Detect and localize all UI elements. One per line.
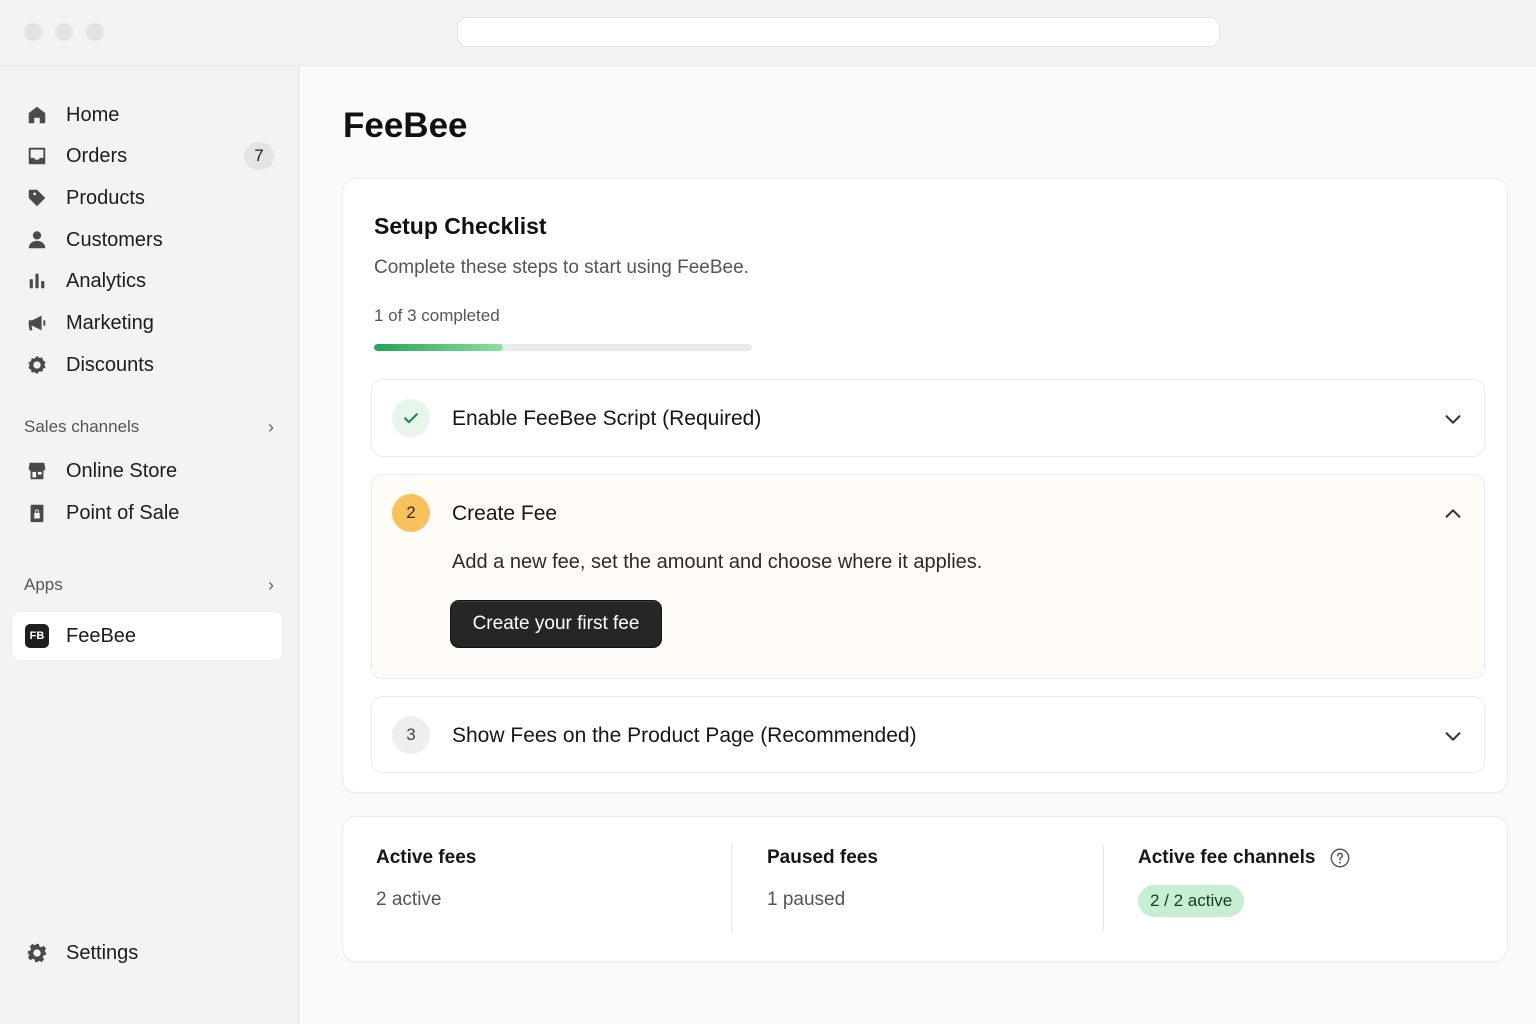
stat-divider [1103, 845, 1104, 931]
fee-stats-card: Active fees 2 active Paused fees 1 pause… [342, 816, 1508, 962]
help-icon[interactable] [1329, 847, 1351, 869]
step-number-badge: 3 [392, 716, 430, 754]
window-minimize-button[interactable] [55, 23, 73, 41]
stat-paused-fees: Paused fees 1 paused [767, 847, 878, 911]
sidebar: Home Orders 7 Products Customers Analyti… [0, 66, 299, 1024]
stat-title: Paused fees [767, 847, 878, 868]
progress-bar [374, 344, 752, 351]
checklist-subtitle: Complete these steps to start using FeeB… [374, 257, 749, 278]
feebee-logo-text: FB [25, 624, 49, 648]
nav-item-label: Orders [66, 144, 128, 167]
lock-icon [24, 500, 50, 526]
home-icon [24, 102, 50, 128]
sales-channels-heading[interactable]: Sales channels › [24, 415, 274, 439]
checklist-title: Setup Checklist [374, 213, 547, 239]
nav-item-products[interactable]: Products [12, 179, 282, 217]
tag-icon [24, 185, 50, 211]
step-label: Create Fee [452, 502, 558, 525]
nav-item-feebee[interactable]: FB FeeBee [12, 612, 282, 660]
nav-item-settings[interactable]: Settings [12, 934, 282, 972]
stat-title: Active fee channels [1138, 847, 1316, 868]
stat-divider [731, 845, 732, 931]
section-heading-label: Apps [24, 575, 63, 594]
step-label: Show Fees on the Product Page (Recommend… [452, 724, 917, 747]
nav-item-analytics[interactable]: Analytics [12, 262, 282, 300]
bar-chart-icon [24, 268, 50, 294]
nav-item-point-of-sale[interactable]: Point of Sale [12, 494, 282, 532]
stat-value: 2 active [376, 889, 442, 910]
nav-item-home[interactable]: Home [12, 96, 282, 134]
nav-item-label: Point of Sale [66, 501, 180, 524]
window-titlebar [0, 0, 1536, 66]
nav-item-online-store[interactable]: Online Store [12, 452, 282, 490]
window-close-button[interactable] [24, 23, 42, 41]
nav-item-label: Products [66, 186, 145, 209]
page-title: FeeBee [343, 106, 468, 145]
chevron-up-icon[interactable] [1442, 503, 1464, 525]
address-bar[interactable] [457, 17, 1220, 47]
step-description: Add a new fee, set the amount and choose… [452, 551, 983, 573]
stat-value: 1 paused [767, 889, 846, 910]
step-label: Enable FeeBee Script (Required) [452, 407, 762, 430]
setup-checklist-card: Setup Checklist Complete these steps to … [342, 178, 1508, 793]
window-zoom-button[interactable] [86, 23, 104, 41]
progress-bar-fill [374, 344, 503, 351]
nav-item-discounts[interactable]: Discounts [12, 346, 282, 384]
nav-item-label: Settings [66, 941, 139, 964]
chevron-down-icon[interactable] [1442, 408, 1464, 430]
inbox-icon [24, 143, 50, 169]
orders-count-badge: 7 [244, 142, 274, 170]
stat-title: Active fees [376, 847, 477, 868]
megaphone-icon [24, 310, 50, 336]
stat-active-fee-channels: Active fee channels 2 / 2 active [1138, 847, 1351, 917]
check-icon [392, 399, 430, 437]
discount-icon [24, 352, 50, 378]
stat-active-fees: Active fees 2 active [376, 847, 476, 911]
nav-item-label: Online Store [66, 459, 178, 482]
nav-item-label: Marketing [66, 311, 154, 334]
feebee-logo-icon: FB [24, 623, 50, 649]
person-icon [24, 227, 50, 253]
chevron-down-icon[interactable] [1442, 725, 1464, 747]
nav-item-label: Home [66, 103, 120, 126]
chevron-right-icon: › [268, 416, 274, 437]
chevron-right-icon: › [268, 574, 274, 595]
nav-item-label: Analytics [66, 269, 147, 292]
apps-heading[interactable]: Apps › [24, 573, 274, 597]
nav-item-label: FeeBee [66, 624, 137, 647]
section-heading-label: Sales channels [24, 417, 140, 436]
checklist-step-enable-script[interactable]: Enable FeeBee Script (Required) [371, 379, 1485, 457]
nav-item-label: Customers [66, 228, 163, 251]
create-first-fee-button[interactable]: Create your first fee [450, 600, 662, 648]
gear-icon [24, 940, 50, 966]
nav-item-marketing[interactable]: Marketing [12, 304, 282, 342]
main-content: FeeBee Setup Checklist Complete these st… [300, 66, 1536, 1024]
checklist-step-create-fee[interactable]: 2 Create Fee Add a new fee, set the amou… [371, 474, 1485, 679]
nav-item-label: Discounts [66, 353, 154, 376]
status-badge: 2 / 2 active [1138, 885, 1245, 917]
step-number-badge: 2 [392, 494, 430, 532]
checklist-step-show-fees[interactable]: 3 Show Fees on the Product Page (Recomme… [371, 696, 1485, 773]
stat-title-row: Active fee channels [1138, 847, 1351, 869]
nav-item-orders[interactable]: Orders 7 [12, 137, 282, 175]
store-icon [24, 458, 50, 484]
nav-item-customers[interactable]: Customers [12, 221, 282, 259]
progress-label: 1 of 3 completed [374, 306, 500, 325]
